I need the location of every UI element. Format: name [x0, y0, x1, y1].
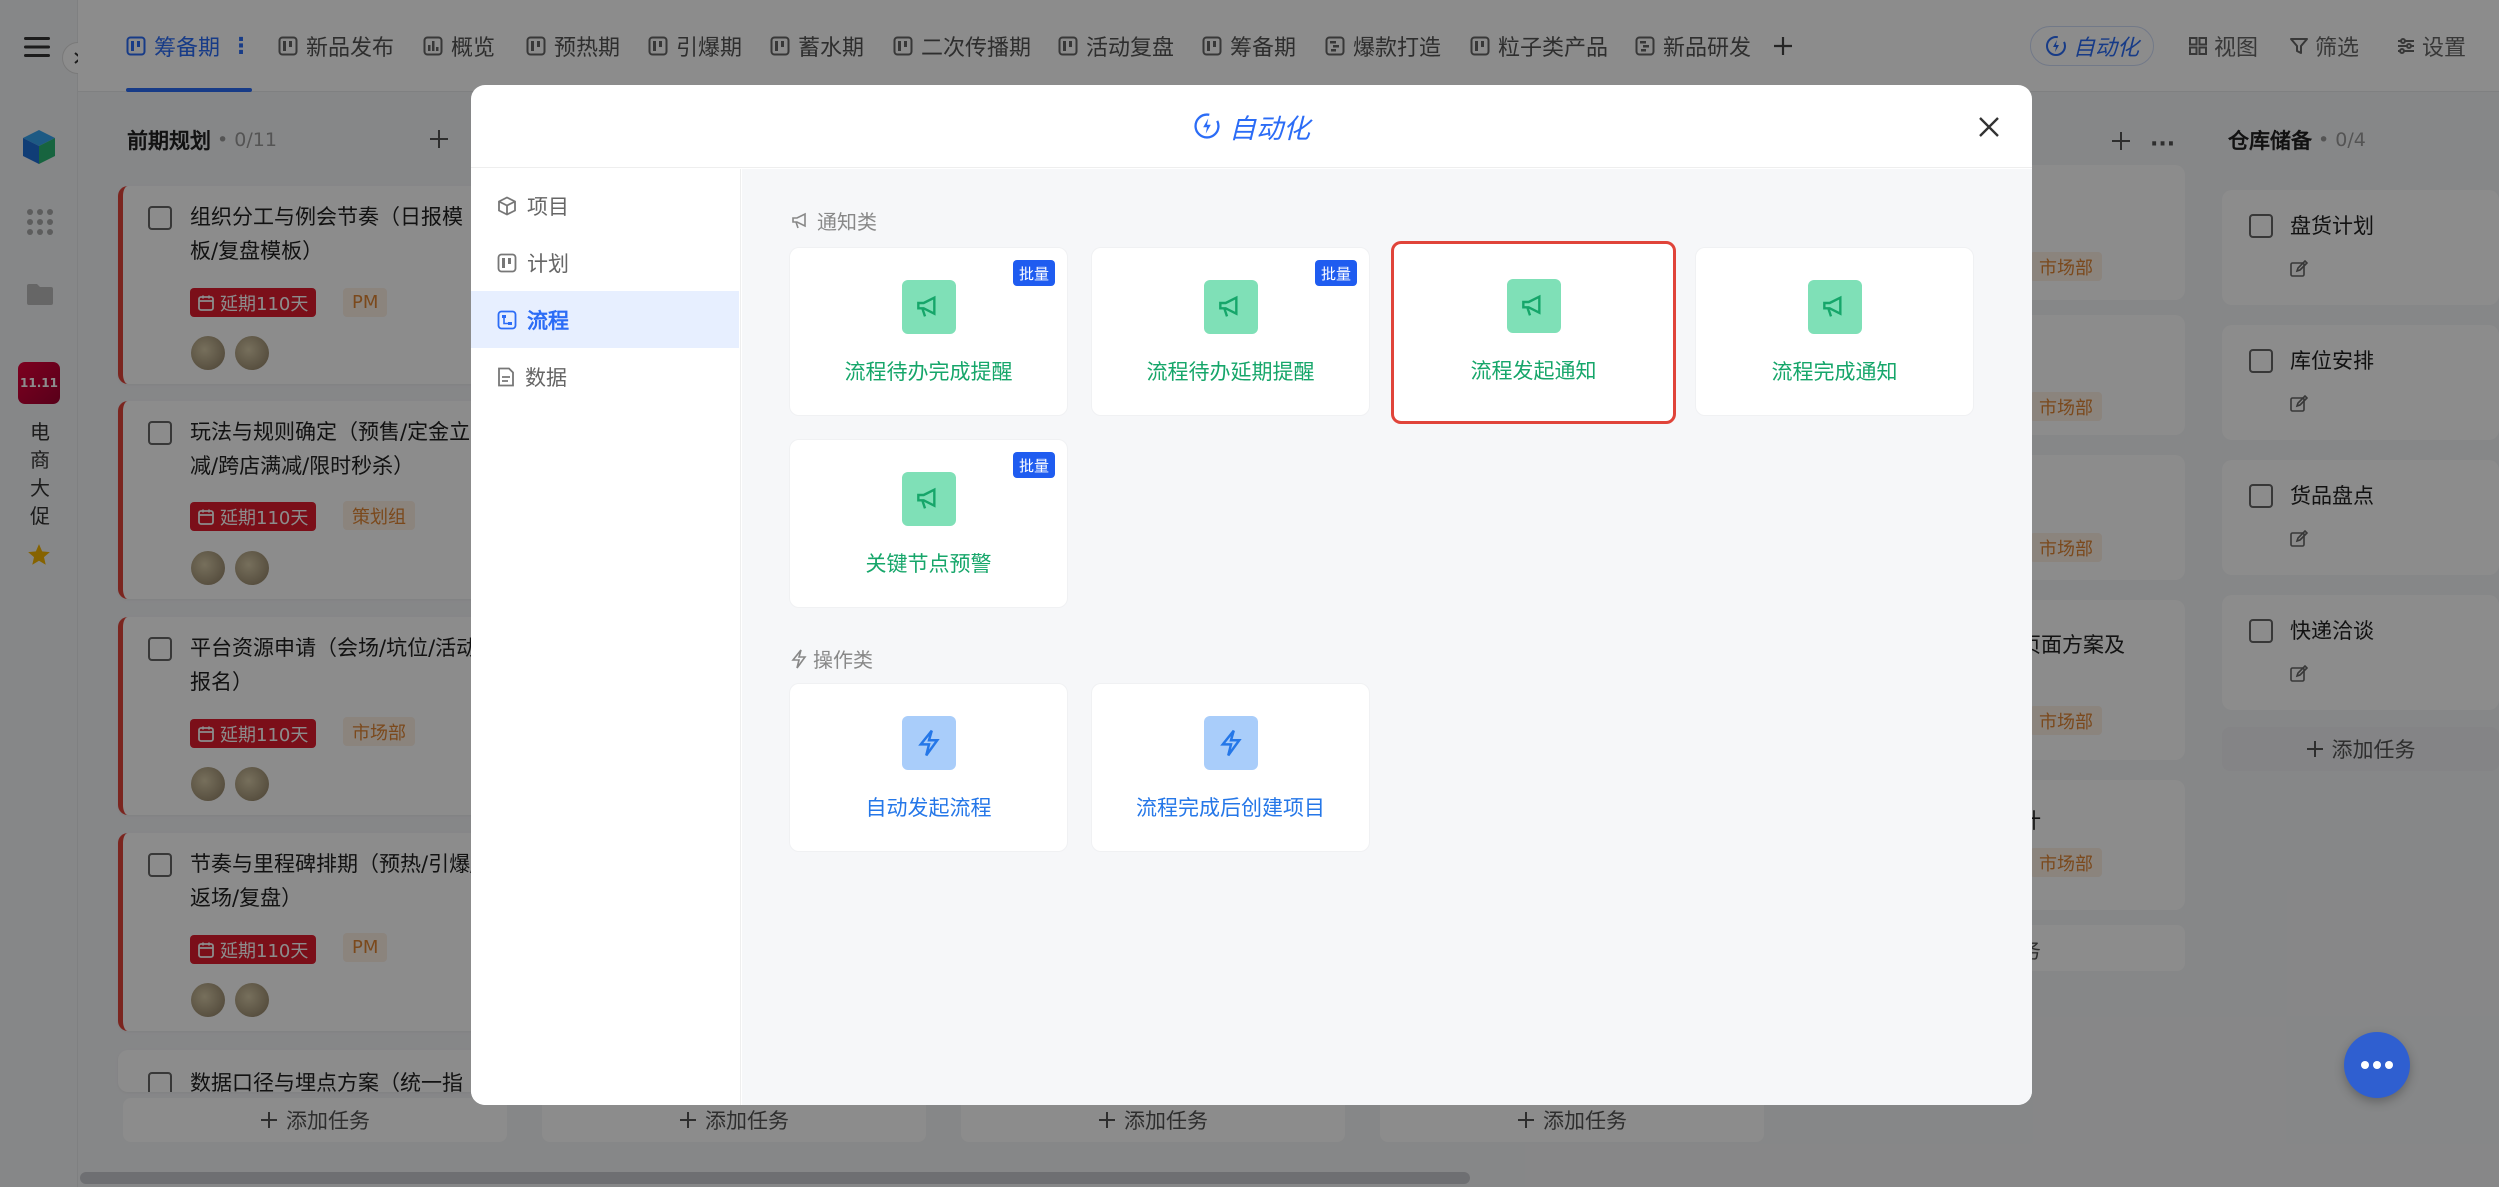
section-title-action: 操作类 — [791, 644, 873, 673]
document-icon — [497, 367, 515, 387]
automation-card[interactable]: 流程完成通知 — [1695, 247, 1974, 416]
batch-badge: 批量 — [1012, 452, 1055, 478]
close-icon — [1979, 117, 1999, 137]
sidebar-item-data[interactable]: 数据 — [471, 348, 739, 405]
automation-card[interactable]: 自动发起流程 — [789, 683, 1068, 852]
megaphone-icon — [901, 280, 956, 334]
close-button[interactable] — [1977, 115, 2001, 139]
automation-card[interactable]: 批量 流程待办延期提醒 — [1091, 247, 1370, 416]
board-icon — [497, 253, 517, 273]
modal-content: 通知类 批量 流程待办完成提醒 批量 流程待办延期提醒 流程发起通知 流程完成通… — [742, 169, 2032, 1105]
sidebar-item-plan[interactable]: 计划 — [471, 234, 739, 291]
chat-fab-button[interactable] — [2344, 1032, 2410, 1098]
modal-title: 自动化 — [1229, 113, 1310, 145]
sidebar-item-project[interactable]: 项目 — [471, 177, 739, 234]
batch-badge: 批量 — [1012, 260, 1055, 286]
automation-modal: 自动化 项目 计划 流程 数据 通知类 批量 流程待办完成提醒 批量 流程待办延… — [471, 85, 2032, 1105]
cube-icon — [497, 195, 517, 216]
flow-icon — [497, 310, 517, 330]
automation-card-selected[interactable]: 流程发起通知 — [1391, 241, 1676, 424]
automation-icon — [1193, 112, 1221, 140]
automation-card[interactable]: 流程完成后创建项目 — [1091, 683, 1370, 852]
lightning-icon — [791, 649, 807, 669]
lightning-icon — [901, 716, 956, 770]
more-dots-icon — [2361, 1061, 2393, 1069]
section-title-notify: 通知类 — [791, 206, 877, 235]
automation-card[interactable]: 批量 关键节点预警 — [789, 439, 1068, 608]
megaphone-icon — [1506, 279, 1561, 333]
sidebar-item-flow[interactable]: 流程 — [471, 291, 739, 348]
lightning-icon — [1203, 716, 1258, 770]
modal-header: 自动化 — [471, 85, 2032, 168]
megaphone-icon — [1203, 280, 1258, 334]
megaphone-icon — [1807, 280, 1862, 334]
modal-sidebar: 项目 计划 流程 数据 — [471, 169, 741, 1105]
megaphone-icon — [901, 472, 956, 526]
batch-badge: 批量 — [1314, 260, 1357, 286]
automation-card[interactable]: 批量 流程待办完成提醒 — [789, 247, 1068, 416]
megaphone-icon — [791, 212, 811, 230]
